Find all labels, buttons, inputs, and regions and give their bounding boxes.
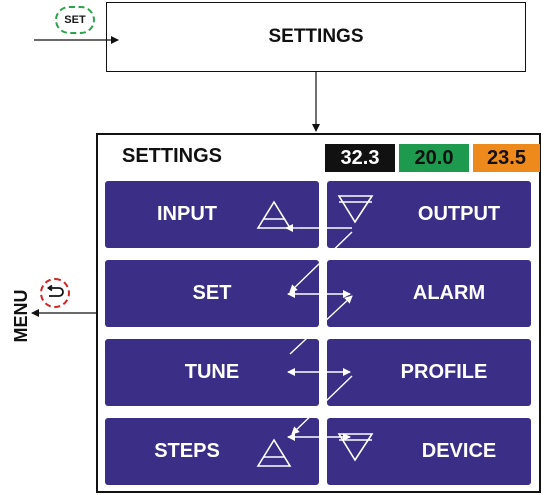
menu-label: MENU	[10, 289, 31, 343]
menu-tile-set[interactable]: SET	[105, 260, 319, 327]
menu-tile-label: STEPS	[154, 440, 220, 462]
menu-tile-label: TUNE	[184, 361, 240, 383]
menu-tile-device[interactable]: DEVICE	[327, 418, 531, 485]
menu-tile-label: OUTPUT	[417, 203, 501, 225]
menu-tile-label: DEVICE	[421, 440, 497, 462]
menu-tile-steps[interactable]: STEPS	[105, 418, 319, 485]
reading-black: 32.3	[325, 144, 395, 172]
back-key-button[interactable]	[40, 278, 70, 308]
menu-tile-tune[interactable]: TUNE	[105, 339, 319, 406]
settings-title: SETTINGS	[268, 26, 364, 47]
menu-tile-output[interactable]: OUTPUT	[327, 181, 531, 248]
menu-tile-input[interactable]: INPUT	[105, 181, 319, 248]
reading-green: 20.0	[399, 144, 469, 172]
menu-tile-label: INPUT	[157, 203, 217, 225]
set-key-button[interactable]: SET	[55, 6, 95, 34]
menu-tile-alarm[interactable]: ALARM	[327, 260, 531, 327]
menu-tile-profile[interactable]: PROFILE	[327, 339, 531, 406]
settings-title-box: SETTINGS	[106, 2, 526, 72]
menu-tile-label: PROFILE	[400, 361, 488, 383]
menu-tile-label: SET	[192, 282, 232, 304]
screen-title: SETTINGS	[122, 145, 223, 167]
set-key-label: SET	[64, 14, 86, 26]
reading-orange: 23.5	[473, 144, 540, 172]
menu-tile-label: ALARM	[412, 282, 486, 304]
return-icon	[46, 285, 64, 297]
